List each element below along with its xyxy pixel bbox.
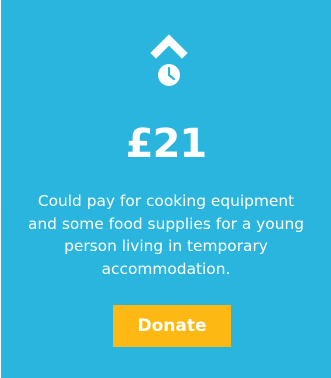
donation-card: £21 Could pay for cooking equipment and … [1, 0, 331, 378]
chevron-up-clock-icon [144, 30, 194, 94]
donation-description: Could pay for cooking equipment and some… [28, 192, 304, 278]
donate-button[interactable]: Donate [113, 305, 231, 347]
donation-amount: £21 [125, 121, 208, 167]
